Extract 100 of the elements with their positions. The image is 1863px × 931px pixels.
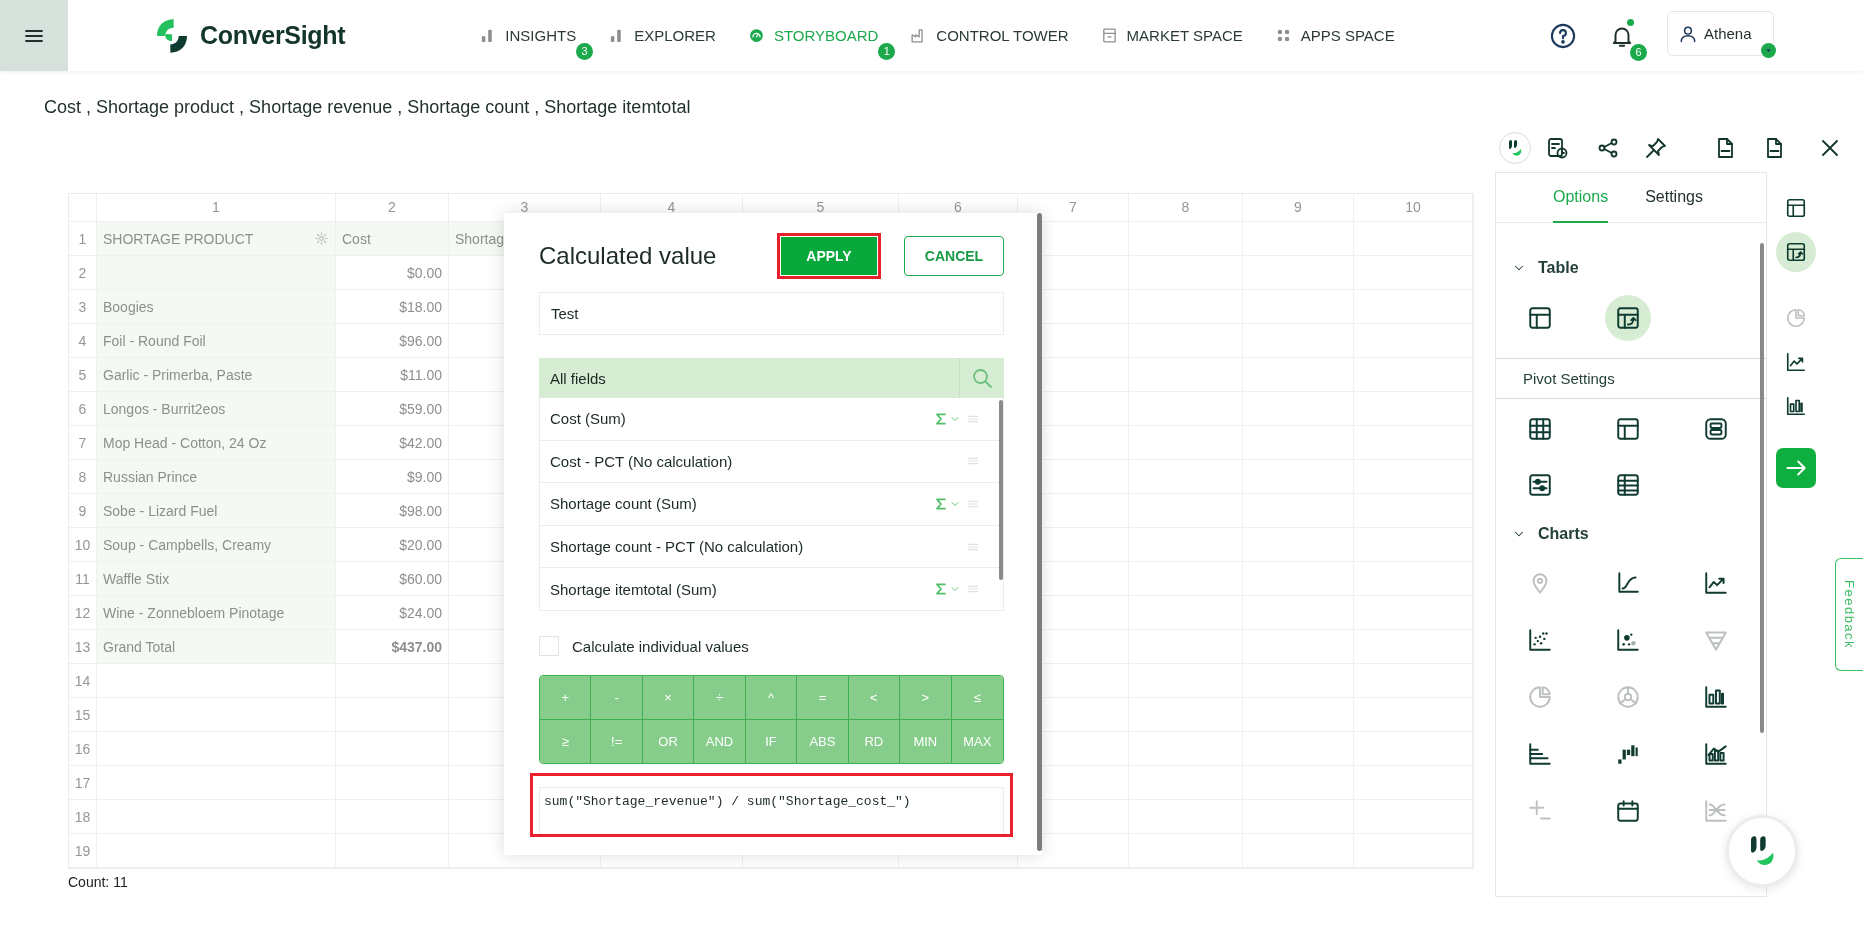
- operator-button[interactable]: IF: [745, 719, 798, 763]
- table-cell: Foil - Round Foil: [97, 324, 336, 358]
- operator-button[interactable]: ≤: [951, 676, 1003, 720]
- combo-chart-icon: [1703, 740, 1729, 767]
- field-name: Shortage count - PCT (No calculation): [550, 538, 805, 556]
- operator-button[interactable]: OR: [642, 719, 695, 763]
- horizontal-bar-chart-icon: [1527, 740, 1553, 767]
- sliders-icon: [1527, 472, 1553, 498]
- name-field[interactable]: Test: [539, 292, 1004, 335]
- formula-field[interactable]: sum("Shortage_revenue") / sum("Shortage_cost_"): [539, 787, 1004, 834]
- calendar-icon: [1615, 797, 1641, 824]
- table-icon: [1527, 305, 1553, 331]
- section-title: Charts: [1538, 525, 1589, 543]
- curve-chart-icon: [1615, 569, 1641, 596]
- menu-button[interactable]: [0, 0, 68, 71]
- table-cell: Sobe - Lizard Fuel: [97, 494, 336, 528]
- table-cell: Mop Head - Cotton, 24 Oz: [97, 426, 336, 460]
- table-type-button[interactable]: [1605, 295, 1651, 341]
- crossing-lines-chart-icon: [1703, 797, 1729, 824]
- checkbox[interactable]: [539, 636, 559, 656]
- donut-chart-icon: [1615, 683, 1641, 710]
- pie-chart-icon: [1527, 683, 1553, 710]
- operator-button[interactable]: ÷: [694, 676, 746, 720]
- field-list-item[interactable]: Shortage itemtotal (Sum): [540, 568, 1003, 610]
- operator-button[interactable]: ×: [642, 676, 695, 720]
- field-name: Cost - PCT (No calculation): [550, 452, 734, 470]
- row-number: 15: [69, 698, 97, 732]
- operator-button[interactable]: MIN: [900, 719, 952, 763]
- list-header: All fields: [549, 368, 607, 389]
- operator-button[interactable]: <: [848, 676, 901, 720]
- nav-link[interactable]: CONTROL TOWER: [910, 20, 1069, 51]
- table-icon: [1785, 197, 1807, 219]
- assistant-button[interactable]: [1499, 132, 1531, 164]
- table-cell: Garlic - Primerba, Paste: [97, 358, 336, 392]
- table-cell: Soup - Campbells, Creamy: [97, 528, 336, 562]
- table-cell: $18.00: [336, 290, 449, 324]
- field-list-item[interactable]: Shortage count (Sum): [540, 483, 1003, 526]
- view-button[interactable]: [1776, 232, 1816, 272]
- trend-chart-icon: [1785, 351, 1807, 373]
- section-title: Table: [1538, 259, 1579, 277]
- table-cell: Boogies: [97, 290, 336, 324]
- next-button[interactable]: [1776, 448, 1816, 488]
- sigma-icon: [933, 496, 949, 512]
- column-header: SHORTAGE PRODUCT: [103, 230, 254, 247]
- nav-link[interactable]: STORYBOARD: [747, 20, 879, 51]
- pin-icon[interactable]: [1644, 136, 1668, 160]
- operator-button[interactable]: RD: [848, 719, 901, 763]
- scrollbar[interactable]: [1760, 243, 1764, 733]
- operator-button[interactable]: ≥: [540, 719, 592, 763]
- sigma-icon: [933, 410, 949, 427]
- chat-button[interactable]: [1726, 815, 1798, 887]
- row-number: 19: [69, 834, 97, 868]
- column-number: 10: [1354, 194, 1473, 222]
- cancel-button[interactable]: CANCEL: [904, 236, 1004, 276]
- help-icon: [1549, 21, 1577, 50]
- field-list-item[interactable]: Shortage count - PCT (No calculation): [540, 525, 1003, 569]
- operator-button[interactable]: +: [540, 676, 592, 720]
- list-table-icon: [1615, 472, 1641, 498]
- field-list-item[interactable]: Cost - PCT (No calculation): [540, 440, 1003, 484]
- operator-button[interactable]: !=: [591, 719, 643, 763]
- report-schedule-icon[interactable]: [1545, 136, 1569, 160]
- scatter-chart-icon: [1527, 626, 1553, 653]
- nav-link[interactable]: INSIGHTS: [479, 20, 577, 51]
- row-number: 14: [69, 664, 97, 698]
- tab[interactable]: Options: [1553, 173, 1609, 223]
- feedback-tab[interactable]: Feedback: [1835, 558, 1863, 671]
- column-number: 9: [1243, 194, 1354, 222]
- sigma-icon: [933, 581, 949, 598]
- column-number: 8: [1129, 194, 1243, 222]
- checkbox-label: Calculate individual values: [572, 637, 749, 655]
- operator-button[interactable]: ABS: [797, 719, 849, 763]
- nav-link[interactable]: APPS SPACE: [1274, 20, 1395, 51]
- user-menu-button[interactable]: Athena: [1667, 11, 1774, 56]
- nav-link[interactable]: MARKET SPACE: [1100, 20, 1243, 51]
- row-number: 16: [69, 732, 97, 766]
- bar-chart-icon: [1703, 683, 1729, 710]
- tab[interactable]: Settings: [1645, 173, 1703, 223]
- scrollbar[interactable]: [1037, 213, 1042, 851]
- trend-chart-icon: [1703, 569, 1729, 596]
- operator-button[interactable]: =: [797, 676, 849, 720]
- count-badge: 6: [1630, 43, 1647, 61]
- pivot-table-icon: [1615, 305, 1641, 331]
- operator-button[interactable]: AND: [694, 719, 746, 763]
- count-badge: 3: [576, 42, 594, 60]
- table-cell: $24.00: [336, 596, 449, 630]
- field-list-item[interactable]: Cost (Sum): [540, 398, 1003, 441]
- fields-summary: Cost , Shortage product , Shortage revenue , Shortage count , Shortage itemtotal: [43, 96, 692, 119]
- operator-button[interactable]: -: [591, 676, 643, 720]
- count-badge: 1: [878, 42, 896, 60]
- table-cell: Wine - Zonnebloem Pinotage: [97, 596, 336, 630]
- operator-button[interactable]: ^: [745, 676, 798, 720]
- operator-button[interactable]: MAX: [951, 719, 1003, 763]
- row-number: 18: [69, 800, 97, 834]
- nav-link[interactable]: EXPLORER: [608, 20, 716, 51]
- scrollbar[interactable]: [999, 400, 1003, 580]
- operator-button[interactable]: >: [900, 676, 952, 720]
- table-cell: Russian Prince: [97, 460, 336, 494]
- apply-button[interactable]: APPLY: [781, 237, 877, 275]
- table-cell: $20.00: [336, 528, 449, 562]
- share-icon[interactable]: [1596, 136, 1620, 160]
